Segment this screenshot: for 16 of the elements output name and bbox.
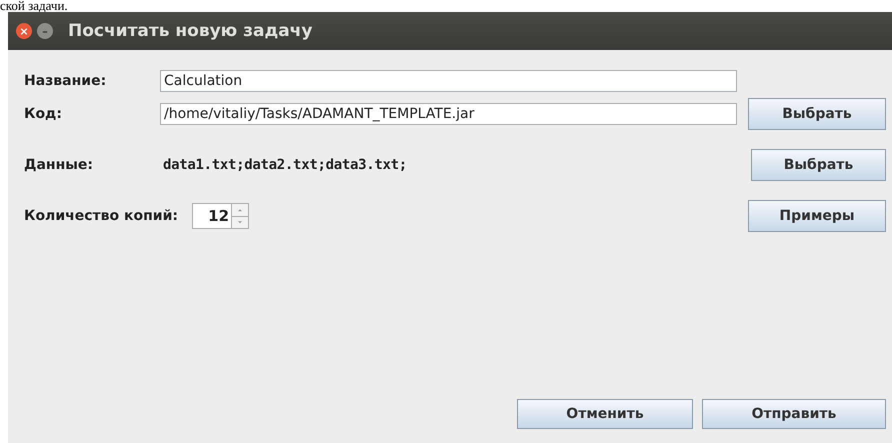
data-label: Данные: (24, 157, 94, 173)
code-label: Код: (24, 106, 63, 122)
choose-data-button[interactable]: Выбрать (751, 149, 886, 181)
data-files-text: data1.txt;data2.txt;data3.txt; (162, 157, 408, 173)
code-path-field[interactable]: /home/vitaliy/Tasks/ADAMANT_TEMPLATE.jar (160, 103, 737, 125)
copies-label: Количество копий: (24, 208, 178, 224)
choose-code-button[interactable]: Выбрать (748, 98, 886, 130)
name-label: Название: (24, 73, 108, 89)
cancel-button[interactable]: Отменить (517, 399, 693, 429)
window-title: Посчитать новую задачу (68, 21, 312, 41)
document-text: ской задачи. (0, 0, 69, 12)
copies-spinner[interactable]: 12 (192, 203, 250, 229)
name-field[interactable]: Calculation (160, 70, 737, 92)
submit-button[interactable]: Отправить (702, 399, 886, 429)
close-button[interactable]: × (16, 23, 32, 39)
examples-button[interactable]: Примеры (748, 200, 886, 232)
